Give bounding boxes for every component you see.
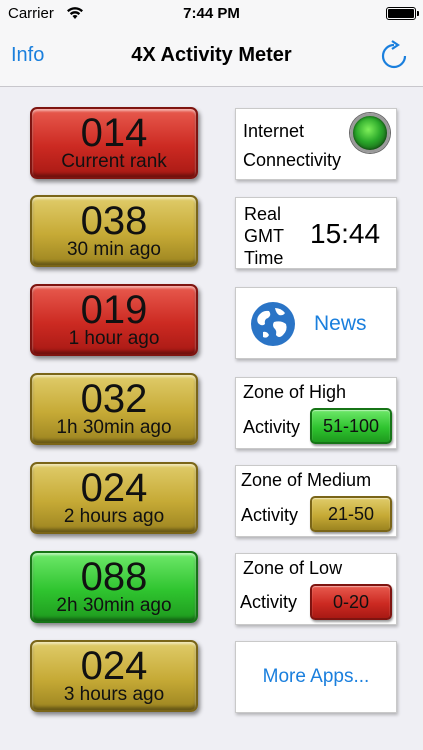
meter-2h-30min-ago: 088 2h 30min ago	[30, 551, 198, 623]
meter-value: 088	[80, 555, 148, 599]
connectivity-label-line2: Connectivity	[243, 150, 342, 170]
meter-1h-30min-ago: 032 1h 30min ago	[30, 373, 198, 445]
zone-medium-line2: Activity	[241, 505, 299, 525]
meter-30-min-ago: 038 30 min ago	[30, 195, 198, 267]
meter-3-hours-ago: 024 3 hours ago	[30, 640, 198, 712]
news-label: News	[314, 312, 367, 335]
more-apps-label: More Apps...	[262, 666, 370, 687]
meter-value: 019	[80, 288, 148, 332]
gmt-label-line3: Time	[244, 248, 284, 268]
zone-high-card: Zone of High Activity 51-100	[235, 377, 397, 449]
news-button[interactable]: News	[235, 287, 397, 359]
meter-label: 2 hours ago	[63, 506, 165, 527]
gmt-time-card: Real GMT Time 15:44	[235, 197, 397, 269]
zone-medium-line1: Zone of Medium	[241, 470, 372, 490]
zone-high-line1: Zone of High	[243, 382, 347, 402]
more-apps-button[interactable]: More Apps...	[235, 641, 397, 713]
refresh-icon[interactable]	[379, 40, 409, 70]
zone-high-range: 51-100	[310, 408, 392, 444]
meter-value: 032	[80, 377, 148, 421]
meter-value: 014	[80, 111, 148, 155]
meter-label: 2h 30min ago	[56, 595, 172, 616]
meter-value: 024	[80, 644, 148, 688]
gmt-label-line2: GMT	[244, 226, 284, 246]
meter-label: 30 min ago	[66, 239, 161, 260]
zone-high-line2: Activity	[243, 417, 301, 437]
zone-low-card: Zone of Low Activity 0-20	[235, 553, 397, 625]
zone-low-range: 0-20	[310, 584, 392, 620]
meter-1-hour-ago: 019 1 hour ago	[30, 284, 198, 356]
meter-label: Current rank	[61, 151, 167, 172]
meter-value: 038	[80, 199, 148, 243]
navigation-bar: Info 4X Activity Meter	[0, 28, 423, 87]
meter-label: 3 hours ago	[63, 684, 165, 705]
connectivity-indicator-icon	[350, 113, 390, 153]
meter-label: 1 hour ago	[68, 328, 160, 349]
meter-value: 024	[80, 466, 148, 510]
page-title: 4X Activity Meter	[131, 44, 292, 66]
globe-icon	[250, 301, 296, 347]
meter-2-hours-ago: 024 2 hours ago	[30, 462, 198, 534]
zone-medium-range: 21-50	[310, 496, 392, 532]
zone-low-line1: Zone of Low	[243, 558, 343, 578]
zone-low-line2: Activity	[240, 592, 298, 612]
battery-icon	[386, 7, 419, 20]
internet-connectivity-card: Internet Connectivity	[235, 108, 397, 180]
gmt-time-value: 15:44	[310, 218, 381, 249]
connectivity-label-line1: Internet	[243, 121, 305, 141]
meter-label: 1h 30min ago	[56, 417, 172, 438]
gmt-label-line1: Real	[244, 204, 282, 224]
zone-medium-card: Zone of Medium Activity 21-50	[235, 465, 397, 537]
status-bar: Carrier 7:44 PM	[0, 0, 423, 28]
status-time: 7:44 PM	[183, 5, 240, 22]
meter-current-rank: 014 Current rank	[30, 107, 198, 179]
